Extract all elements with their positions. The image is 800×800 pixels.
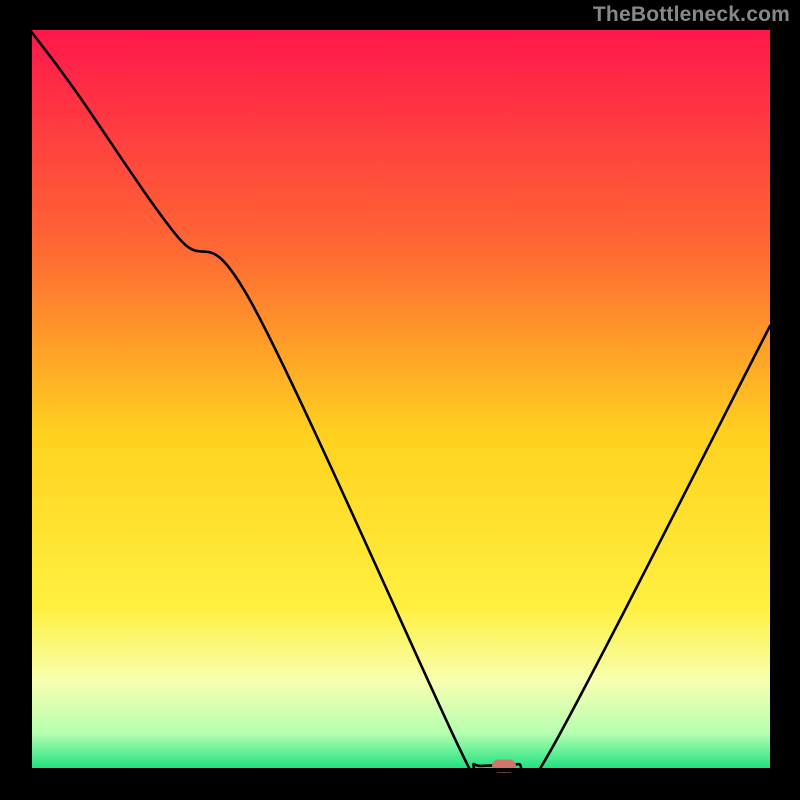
bottleneck-curve xyxy=(30,30,770,770)
watermark-text: TheBottleneck.com xyxy=(593,3,790,27)
chart-container: TheBottleneck.com xyxy=(0,0,800,800)
y-axis xyxy=(28,30,32,770)
x-axis xyxy=(30,768,770,772)
plot-area xyxy=(30,30,770,770)
